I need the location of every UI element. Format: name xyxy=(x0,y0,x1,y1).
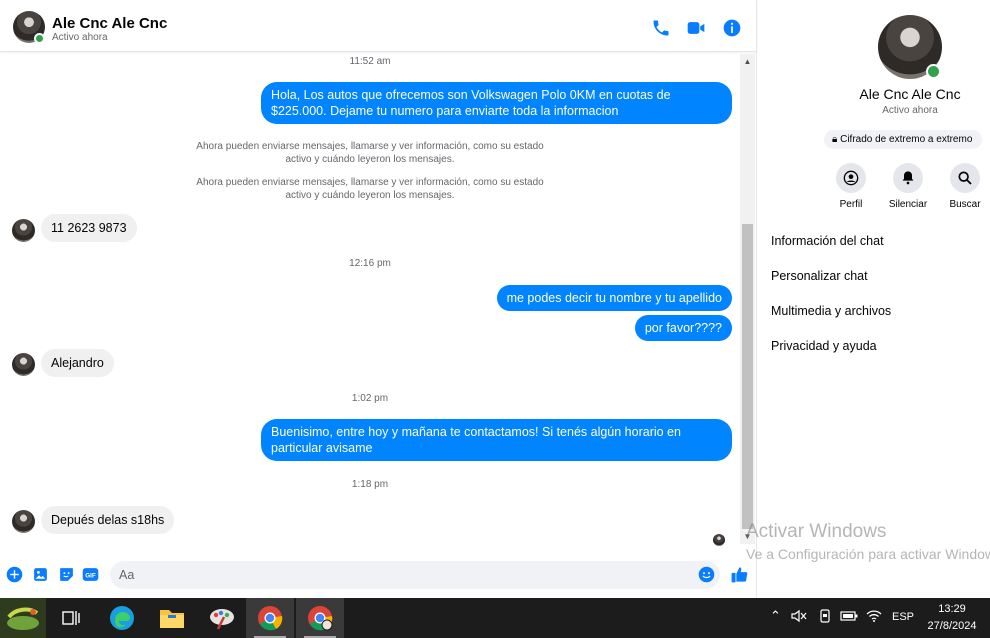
paint-palette-icon xyxy=(210,609,234,630)
message-scrollbar[interactable]: ▲ ▼ xyxy=(740,54,755,544)
incoming-message[interactable]: 11 2623 9873 xyxy=(41,214,137,242)
messenger-window: Ale Cnc Ale Cnc Activo ahora 11:52 am Ho… xyxy=(0,0,990,638)
sticker-icon[interactable] xyxy=(58,566,75,583)
system-notice: Ahora pueden enviarse mensajes, llamarse… xyxy=(196,141,544,165)
device-icon[interactable] xyxy=(818,609,832,626)
contact-status: Activo ahora xyxy=(52,32,108,43)
profile-label: Perfil xyxy=(839,199,863,210)
bell-icon xyxy=(893,163,923,193)
plus-icon[interactable] xyxy=(6,566,23,583)
edge-app[interactable] xyxy=(98,598,146,638)
timestamp: 1:02 pm xyxy=(351,393,389,404)
composer: GIF xyxy=(0,558,757,594)
online-indicator xyxy=(34,33,45,44)
activate-windows-title: Activar Windows xyxy=(746,521,887,542)
emoji-icon[interactable] xyxy=(698,566,715,583)
battery-icon[interactable] xyxy=(840,609,858,626)
language-indicator[interactable]: ESP xyxy=(892,611,914,623)
outgoing-message[interactable]: me podes decir tu nombre y tu apellido xyxy=(496,285,732,311)
contact-avatar-small[interactable] xyxy=(12,353,35,376)
details-contact-status: Activo ahora xyxy=(882,105,938,116)
seen-indicator-avatar xyxy=(713,534,725,546)
outgoing-message[interactable]: Buenisimo, entre hoy y mañana te contact… xyxy=(261,419,732,461)
encryption-label: Cifrado de extremo a extremo xyxy=(840,134,973,145)
like-icon[interactable] xyxy=(730,565,749,584)
info-icon[interactable] xyxy=(722,18,742,38)
scroll-thumb[interactable] xyxy=(742,224,753,529)
mute-label: Silenciar xyxy=(888,199,928,210)
timestamp: 1:18 pm xyxy=(351,479,389,490)
contact-name[interactable]: Ale Cnc Ale Cnc xyxy=(52,15,167,32)
scroll-up-arrow-icon[interactable]: ▲ xyxy=(740,54,755,69)
chrome-app[interactable] xyxy=(246,598,294,638)
start-logo-icon xyxy=(7,607,39,630)
menu-media-files[interactable]: Multimedia y archivos xyxy=(771,304,891,318)
chrome-icon xyxy=(258,606,283,631)
chrome-app-profile[interactable] xyxy=(296,598,344,638)
message-list[interactable]: 11:52 am Hola, Los autos que ofrecemos s… xyxy=(0,52,740,555)
svg-text:GIF: GIF xyxy=(85,572,96,579)
outgoing-message[interactable]: Hola, Los autos que ofrecemos son Volksw… xyxy=(261,82,732,124)
volume-muted-icon[interactable] xyxy=(791,609,807,626)
gif-icon[interactable]: GIF xyxy=(82,566,99,583)
details-contact-name: Ale Cnc Ale Cnc xyxy=(859,86,961,102)
taskbar: ⌃ ESP 13:29 27/8/2024 xyxy=(0,598,990,638)
contact-avatar-small[interactable] xyxy=(12,510,35,533)
activate-windows-subtitle: Ve a Configuración para activar Windows. xyxy=(746,546,990,562)
outgoing-message[interactable]: por favor???? xyxy=(634,315,732,341)
menu-privacy-help[interactable]: Privacidad y ayuda xyxy=(771,339,877,353)
menu-chat-info[interactable]: Información del chat xyxy=(771,234,884,248)
details-panel: Ale Cnc Ale Cnc Activo ahora 🔒︎ Cifrado … xyxy=(746,0,990,598)
start-button[interactable] xyxy=(0,598,46,638)
clock-date: 27/8/2024 xyxy=(927,620,977,632)
search-button[interactable]: Buscar xyxy=(939,163,990,210)
encryption-badge[interactable]: 🔒︎ Cifrado de extremo a extremo xyxy=(824,130,983,149)
search-label: Buscar xyxy=(949,199,981,210)
folder-icon xyxy=(160,610,184,628)
show-hidden-icons-icon[interactable]: ⌃ xyxy=(770,608,781,624)
image-icon[interactable] xyxy=(32,566,49,583)
task-view-icon xyxy=(62,611,80,625)
file-explorer-app[interactable] xyxy=(148,598,196,638)
online-indicator xyxy=(926,64,941,79)
incoming-message[interactable]: Depués delas s18hs xyxy=(41,506,175,534)
video-camera-icon[interactable] xyxy=(686,18,706,38)
profile-button[interactable]: Perfil xyxy=(825,163,877,210)
chrome-profile-icon xyxy=(308,606,333,631)
chat-panel: Ale Cnc Ale Cnc Activo ahora 11:52 am Ho… xyxy=(0,0,757,598)
lock-icon: 🔒︎ xyxy=(832,134,841,145)
phone-icon[interactable] xyxy=(651,18,671,38)
wifi-icon[interactable] xyxy=(866,609,882,626)
menu-customize-chat[interactable]: Personalizar chat xyxy=(771,269,868,283)
contact-avatar-small[interactable] xyxy=(12,219,35,242)
chat-header: Ale Cnc Ale Cnc Activo ahora xyxy=(0,2,757,52)
profile-icon xyxy=(836,163,866,193)
timestamp: 11:52 am xyxy=(349,56,391,67)
task-view-button[interactable] xyxy=(47,598,95,638)
system-notice: Ahora pueden enviarse mensajes, llamarse… xyxy=(196,177,544,201)
paint-app[interactable] xyxy=(198,598,246,638)
edge-icon xyxy=(110,606,134,630)
incoming-message[interactable]: Alejandro xyxy=(41,349,114,377)
clock-time: 13:29 xyxy=(938,603,966,615)
clock[interactable]: 13:29 27/8/2024 xyxy=(920,601,984,635)
message-input[interactable] xyxy=(110,561,720,589)
search-icon xyxy=(950,163,980,193)
timestamp: 12:16 pm xyxy=(349,258,391,269)
mute-button[interactable]: Silenciar xyxy=(882,163,934,210)
